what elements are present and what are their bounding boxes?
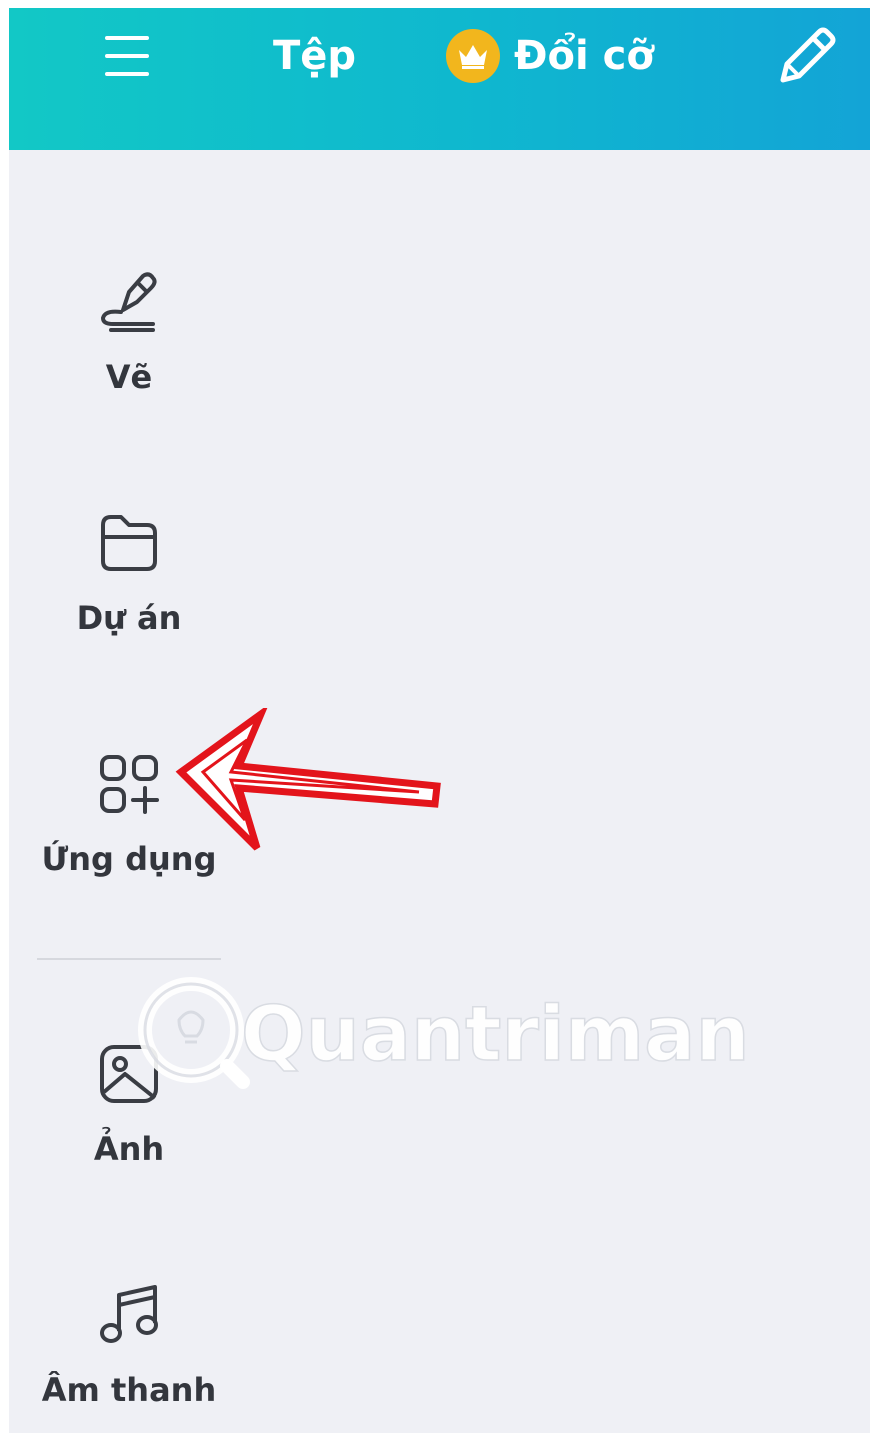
- resize-label: Đổi cỡ: [514, 33, 654, 79]
- sidebar-item-audio[interactable]: Âm thanh: [9, 1283, 249, 1409]
- sidebar-item-draw[interactable]: Vẽ: [9, 270, 249, 396]
- sidebar-divider: [37, 958, 221, 960]
- image-icon: [100, 1045, 158, 1103]
- file-menu-button[interactable]: Tệp: [273, 26, 356, 86]
- hamburger-menu-icon[interactable]: [101, 32, 155, 82]
- resize-button[interactable]: Đổi cỡ: [446, 26, 654, 86]
- sidebar-item-label: Ứng dụng: [41, 840, 217, 878]
- watermark-text: Quantrimang: [241, 989, 749, 1078]
- music-note-icon: [100, 1285, 158, 1343]
- sidebar-item-label: Âm thanh: [41, 1371, 217, 1409]
- apps-grid-add-icon: [100, 755, 159, 814]
- sidebar-item-apps[interactable]: Ứng dụng: [9, 752, 249, 878]
- crown-icon: [446, 29, 500, 83]
- app-frame: Tệp Đổi cỡ Vẽ Dự án Ứng dụng Ảnh Âm than…: [9, 8, 870, 1433]
- pencil-icon[interactable]: [769, 22, 839, 92]
- draw-pen-icon: [100, 272, 157, 332]
- top-toolbar: Tệp Đổi cỡ: [9, 8, 870, 150]
- sidebar-item-projects[interactable]: Dự án: [9, 511, 249, 637]
- sidebar-item-label: Dự án: [76, 599, 182, 637]
- sidebar-item-photos[interactable]: Ảnh: [9, 1042, 249, 1168]
- sidebar-item-label: Ảnh: [93, 1130, 165, 1168]
- sidebar-item-label: Vẽ: [105, 358, 153, 396]
- folder-icon: [101, 515, 157, 571]
